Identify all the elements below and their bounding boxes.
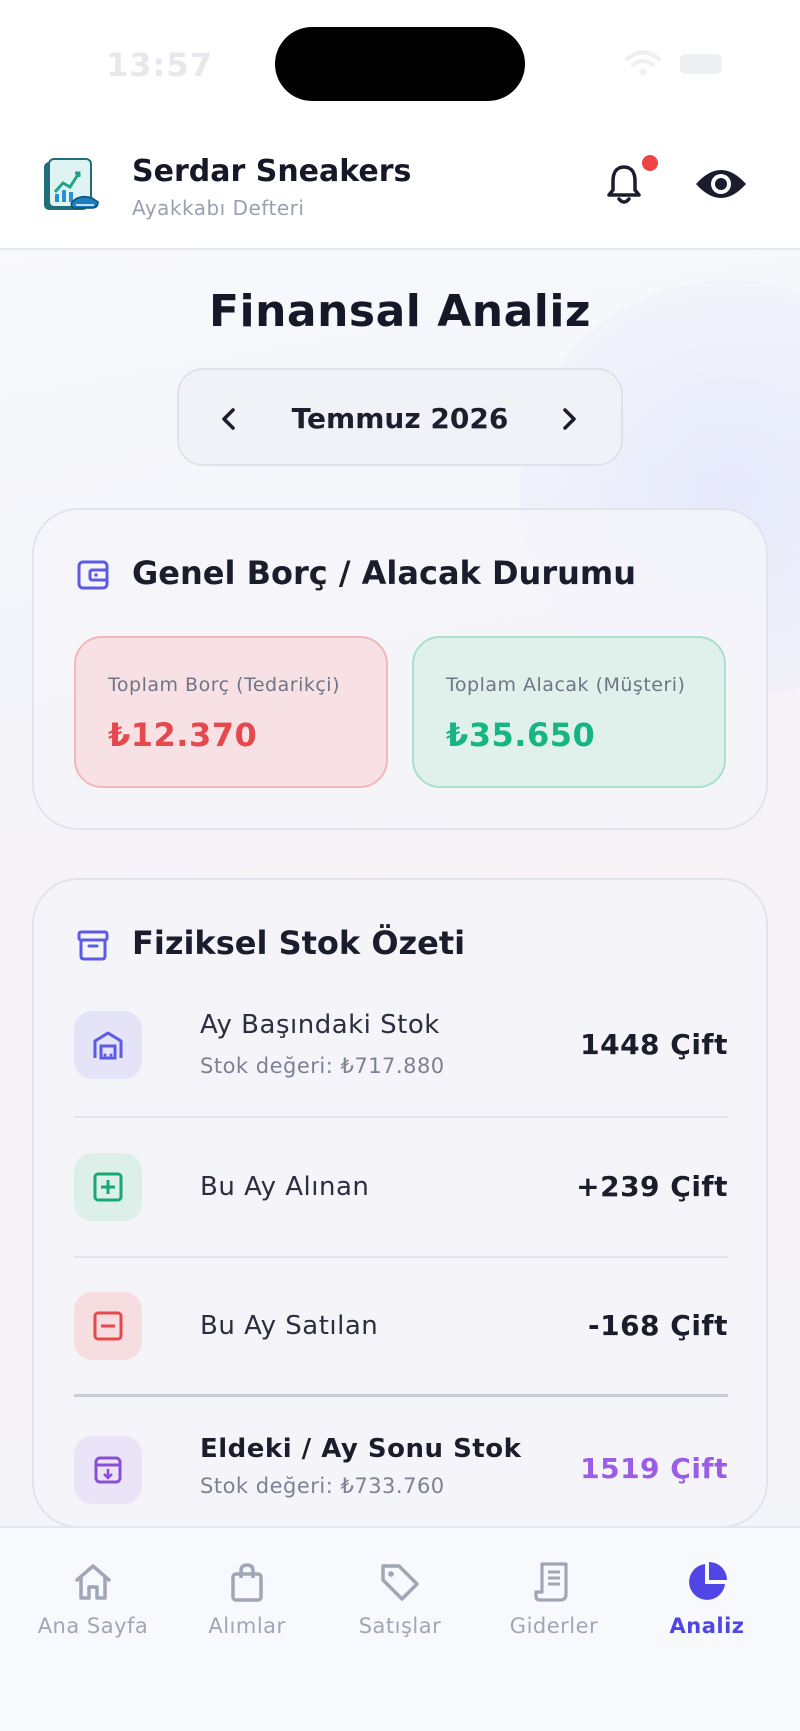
total-receivable-value: ₺35.650 bbox=[446, 716, 596, 754]
ledger-logo-icon bbox=[44, 158, 99, 210]
archive-badge bbox=[74, 1436, 142, 1504]
total-debt-label: Toplam Borç (Tedarikçi) bbox=[108, 674, 340, 696]
month-picker: Temmuz 2026 bbox=[177, 368, 623, 466]
next-month-chevron-icon[interactable] bbox=[549, 399, 589, 439]
total-receivable-box: Toplam Alacak (Müşteri) ₺35.650 bbox=[412, 636, 726, 788]
minus-square-icon bbox=[93, 1311, 123, 1341]
brand-subtitle: Ayakkabı Defteri bbox=[132, 196, 305, 220]
status-bar: 13:57 bbox=[0, 0, 800, 120]
archive-download-icon bbox=[94, 1456, 122, 1484]
debt-card-title: Genel Borç / Alacak Durumu bbox=[132, 554, 636, 592]
total-receivable-label: Toplam Alacak (Müşteri) bbox=[446, 674, 686, 696]
wallet-icon bbox=[77, 560, 109, 590]
tag-icon bbox=[381, 1564, 419, 1601]
archive-icon bbox=[77, 930, 109, 961]
row-divider bbox=[74, 1116, 728, 1118]
page-title: Finansal Analiz bbox=[208, 286, 592, 337]
stock-row-title: Bu Ay Alınan bbox=[200, 1172, 370, 1202]
notification-bell-icon[interactable] bbox=[604, 162, 644, 206]
minus-badge bbox=[74, 1292, 142, 1360]
notification-badge bbox=[642, 155, 658, 171]
total-debt-box: Toplam Borç (Tedarikçi) ₺12.370 bbox=[74, 636, 388, 788]
plus-badge bbox=[74, 1153, 142, 1221]
home-icon bbox=[75, 1564, 111, 1600]
eye-icon[interactable] bbox=[694, 164, 748, 204]
stock-summary-card: Fiziksel Stok Özeti Ay Başındaki Stok St… bbox=[32, 878, 768, 1528]
brand-name: Serdar Sneakers bbox=[132, 154, 412, 189]
shopping-bag-icon bbox=[231, 1563, 263, 1602]
stock-row-purchased: Bu Ay Alınan +239 Çift bbox=[74, 1152, 728, 1222]
nav-label: Satışlar bbox=[358, 1614, 442, 1638]
receipt-icon bbox=[534, 1562, 568, 1602]
stock-row-end: Eldeki / Ay Sonu Stok Stok değeri: ₺733.… bbox=[74, 1434, 728, 1506]
debt-status-card: Genel Borç / Alacak Durumu Toplam Borç (… bbox=[32, 508, 768, 830]
stock-row-sold: Bu Ay Satılan -168 Çift bbox=[74, 1292, 728, 1362]
nav-item-home[interactable]: Ana Sayfa bbox=[16, 1560, 170, 1660]
stock-row-title: Ay Başındaki Stok bbox=[200, 1010, 440, 1040]
app-screen: 13:57 Serdar Sneakers Ayakkabı Defteri F… bbox=[0, 0, 800, 1731]
stock-card-title: Fiziksel Stok Özeti bbox=[132, 924, 466, 962]
pie-chart-icon bbox=[689, 1562, 727, 1600]
stock-row-subtitle: Stok değeri: ₺733.760 bbox=[200, 1474, 445, 1498]
nav-item-sales[interactable]: Satışlar bbox=[323, 1560, 477, 1660]
plus-square-icon bbox=[93, 1172, 123, 1202]
dynamic-island bbox=[275, 27, 525, 101]
nav-label: Ana Sayfa bbox=[37, 1614, 149, 1638]
status-time: 13:57 bbox=[106, 46, 213, 84]
battery-icon bbox=[680, 54, 722, 74]
bottom-nav: Ana Sayfa Alımlar Satışlar Giderler Anal… bbox=[0, 1526, 800, 1731]
stock-row-value: 1448 Çift bbox=[580, 1028, 728, 1061]
stock-row-title: Bu Ay Satılan bbox=[200, 1311, 379, 1341]
nav-item-expenses[interactable]: Giderler bbox=[477, 1560, 631, 1660]
nav-label: Alımlar bbox=[208, 1614, 286, 1638]
stock-row-value: -168 Çift bbox=[587, 1309, 728, 1342]
wifi-icon bbox=[625, 50, 661, 76]
nav-label: Giderler bbox=[509, 1614, 599, 1638]
warehouse-icon bbox=[93, 1031, 123, 1060]
warehouse-badge bbox=[74, 1011, 142, 1079]
nav-label: Analiz bbox=[669, 1614, 745, 1638]
total-divider bbox=[74, 1394, 728, 1397]
nav-item-purchases[interactable]: Alımlar bbox=[170, 1560, 324, 1660]
stock-row-subtitle: Stok değeri: ₺717.880 bbox=[200, 1054, 445, 1078]
stock-row-title: Eldeki / Ay Sonu Stok bbox=[200, 1434, 522, 1464]
end-stock-value: 1519 Çift bbox=[580, 1452, 728, 1485]
stock-row-value: +239 Çift bbox=[576, 1170, 728, 1203]
stock-row-start: Ay Başındaki Stok Stok değeri: ₺717.880 … bbox=[74, 1010, 728, 1080]
total-debt-value: ₺12.370 bbox=[108, 716, 258, 754]
nav-item-analysis[interactable]: Analiz bbox=[630, 1560, 784, 1660]
app-header: Serdar Sneakers Ayakkabı Defteri bbox=[0, 120, 800, 250]
row-divider bbox=[74, 1256, 728, 1258]
